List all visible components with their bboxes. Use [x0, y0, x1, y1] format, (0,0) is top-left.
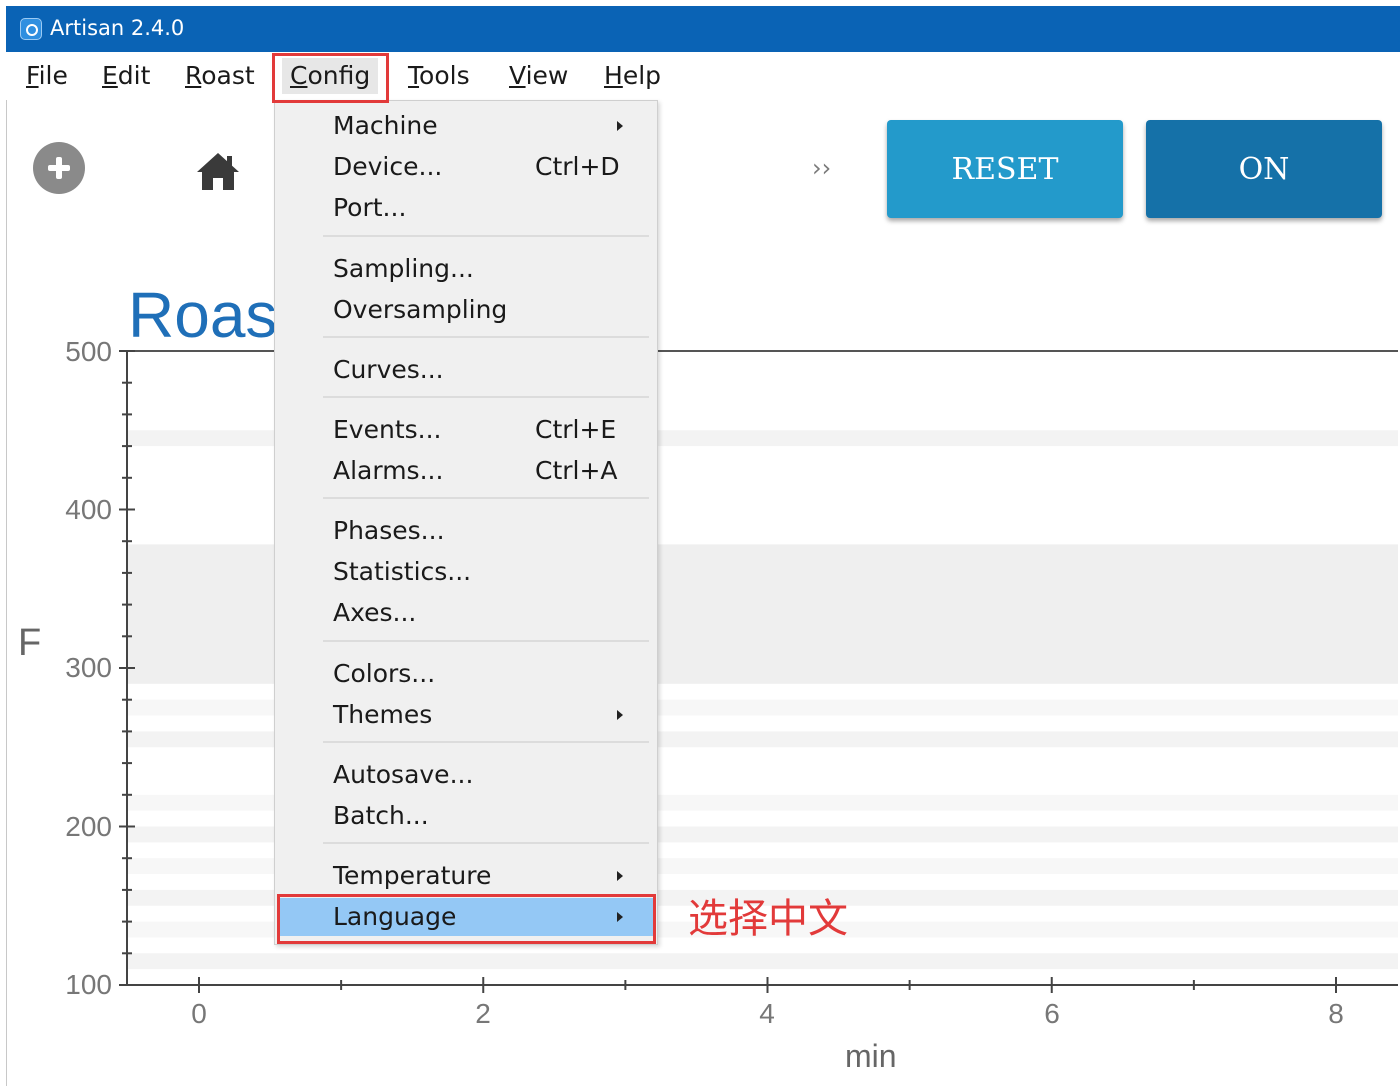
submenu-arrow-icon [617, 121, 623, 131]
menu-item-events[interactable]: Events... Ctrl+E [275, 411, 657, 449]
menu-separator [323, 741, 649, 743]
menu-item-colors[interactable]: Colors... [275, 655, 657, 693]
shortcut-label: Ctrl+E [535, 415, 617, 444]
add-icon[interactable] [33, 142, 85, 194]
toolbar-overflow-icon[interactable]: ›› [812, 154, 831, 182]
home-icon[interactable] [194, 150, 242, 192]
menu-item-batch[interactable]: Batch... [275, 797, 657, 835]
shortcut-label: Ctrl+A [535, 456, 618, 485]
annotation-text: 选择中文 [688, 896, 848, 942]
menu-separator [323, 497, 649, 499]
config-dropdown-menu: Machine Device... Ctrl+D Port... Samplin… [274, 100, 658, 945]
y-tick-label: 300 [65, 652, 112, 683]
menu-separator [323, 842, 649, 844]
config-highlight-box [272, 53, 389, 103]
menu-item-phases[interactable]: Phases... [275, 512, 657, 550]
menu-item-oversampling[interactable]: Oversampling [275, 291, 657, 329]
submenu-arrow-icon [617, 871, 623, 881]
x-tick-label: 0 [191, 998, 207, 1029]
x-tick-label: 2 [475, 998, 491, 1029]
x-tick-label: 8 [1328, 998, 1344, 1029]
menu-item-alarms[interactable]: Alarms... Ctrl+A [275, 452, 657, 490]
submenu-arrow-icon [617, 710, 623, 720]
shortcut-label: Ctrl+D [535, 152, 620, 181]
menu-item-device[interactable]: Device... Ctrl+D [275, 148, 657, 186]
menu-item-machine[interactable]: Machine [275, 107, 657, 145]
chart-title: Roas [128, 279, 278, 351]
x-tick-label: 4 [759, 998, 775, 1029]
y-tick-label: 100 [65, 969, 112, 1000]
menu-separator [323, 396, 649, 398]
menu-item-port[interactable]: Port... [275, 189, 657, 227]
menu-separator [323, 640, 649, 642]
menu-item-themes[interactable]: Themes [275, 696, 657, 734]
menu-item-curves[interactable]: Curves... [275, 351, 657, 389]
reset-button[interactable]: RESET [887, 120, 1123, 218]
menu-separator [323, 235, 649, 237]
menu-item-temperature[interactable]: Temperature [275, 857, 657, 895]
menu-item-sampling[interactable]: Sampling... [275, 250, 657, 288]
language-highlight-box [277, 894, 656, 944]
menu-item-axes[interactable]: Axes... [275, 594, 657, 632]
grid-stripe [127, 953, 1398, 970]
y-axis-label: F [18, 622, 42, 664]
y-tick-label: 400 [65, 494, 112, 525]
x-axis-label: min [845, 1038, 897, 1074]
y-tick-label: 500 [65, 336, 112, 367]
menu-item-autosave[interactable]: Autosave... [275, 756, 657, 794]
on-button[interactable]: ON [1146, 120, 1382, 218]
menu-separator [323, 336, 649, 338]
x-tick-label: 6 [1044, 998, 1060, 1029]
menu-item-statistics[interactable]: Statistics... [275, 553, 657, 591]
y-tick-label: 200 [65, 811, 112, 842]
